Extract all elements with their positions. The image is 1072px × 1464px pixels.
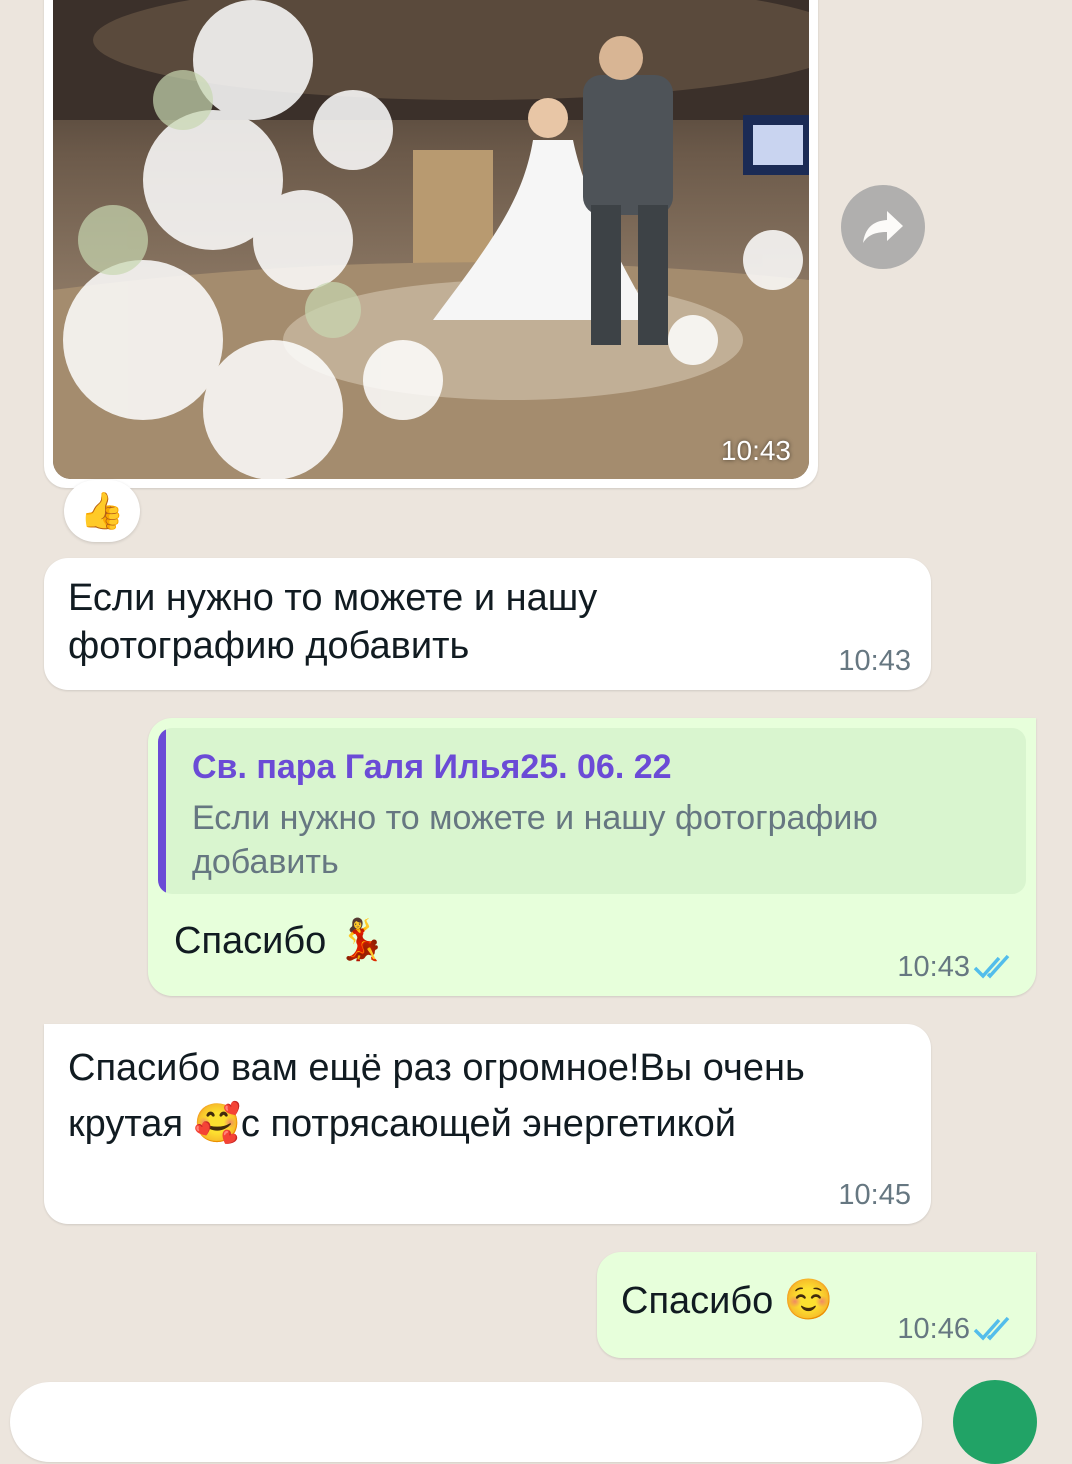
photo-message-bubble[interactable]: 10:43 — [44, 0, 818, 488]
dancer-emoji: 💃 — [336, 918, 387, 962]
thumbs-up-icon: 👍 — [79, 490, 125, 531]
double-check-icon — [973, 954, 1010, 979]
message-timestamp: 10:46 — [897, 1313, 970, 1345]
send-button[interactable] — [953, 1380, 1037, 1464]
photo-timestamp: 10:43 — [720, 435, 791, 466]
message-text-line: с потрясающей энергетикой — [240, 1103, 737, 1145]
message-text-line: Спасибо вам ещё раз огромное!Вы очень — [68, 1047, 805, 1089]
message-input[interactable] — [10, 1382, 922, 1462]
incoming-message[interactable]: Если нужно то можете и нашу фотографию д… — [44, 558, 931, 690]
quote-text-line: Если нужно то можете и нашу фотографию — [192, 799, 878, 837]
quote-accent-bar — [158, 728, 166, 894]
smiling-emoji: ☺️ — [783, 1278, 834, 1322]
smiling-hearts-emoji: 🥰 — [193, 1103, 241, 1145]
message-text: Спасибо — [174, 920, 327, 962]
message-text-line: Если нужно то можете и нашу — [68, 577, 598, 619]
outgoing-reply-message[interactable]: Св. пара Галя Илья25. 06. 22 Если нужно … — [148, 718, 1036, 996]
quote-author: Св. пара Галя Илья25. 06. 22 — [192, 748, 672, 786]
outgoing-message[interactable]: Спасибо ☺️ 10:46 — [597, 1252, 1036, 1358]
quoted-message[interactable]: Св. пара Галя Илья25. 06. 22 Если нужно … — [158, 728, 1026, 894]
message-text-line: фотографию добавить — [68, 625, 470, 667]
message-text: Спасибо — [621, 1280, 774, 1322]
message-text-line: крутая — [68, 1103, 184, 1145]
thumbs-up-reaction[interactable]: 👍 — [64, 480, 140, 542]
forward-button[interactable] — [841, 185, 925, 269]
message-timestamp: 10:43 — [897, 951, 970, 983]
wedding-photo-illustration — [53, 0, 809, 479]
double-check-icon — [973, 1316, 1010, 1341]
message-timestamp: 10:43 — [838, 645, 911, 677]
message-timestamp: 10:45 — [838, 1179, 911, 1211]
incoming-message[interactable]: Спасибо вам ещё раз огромное!Вы очень кр… — [44, 1024, 931, 1224]
wedding-photo[interactable]: 10:43 — [53, 0, 809, 479]
forward-arrow-icon — [863, 211, 903, 243]
quote-text-line: добавить — [192, 843, 339, 881]
